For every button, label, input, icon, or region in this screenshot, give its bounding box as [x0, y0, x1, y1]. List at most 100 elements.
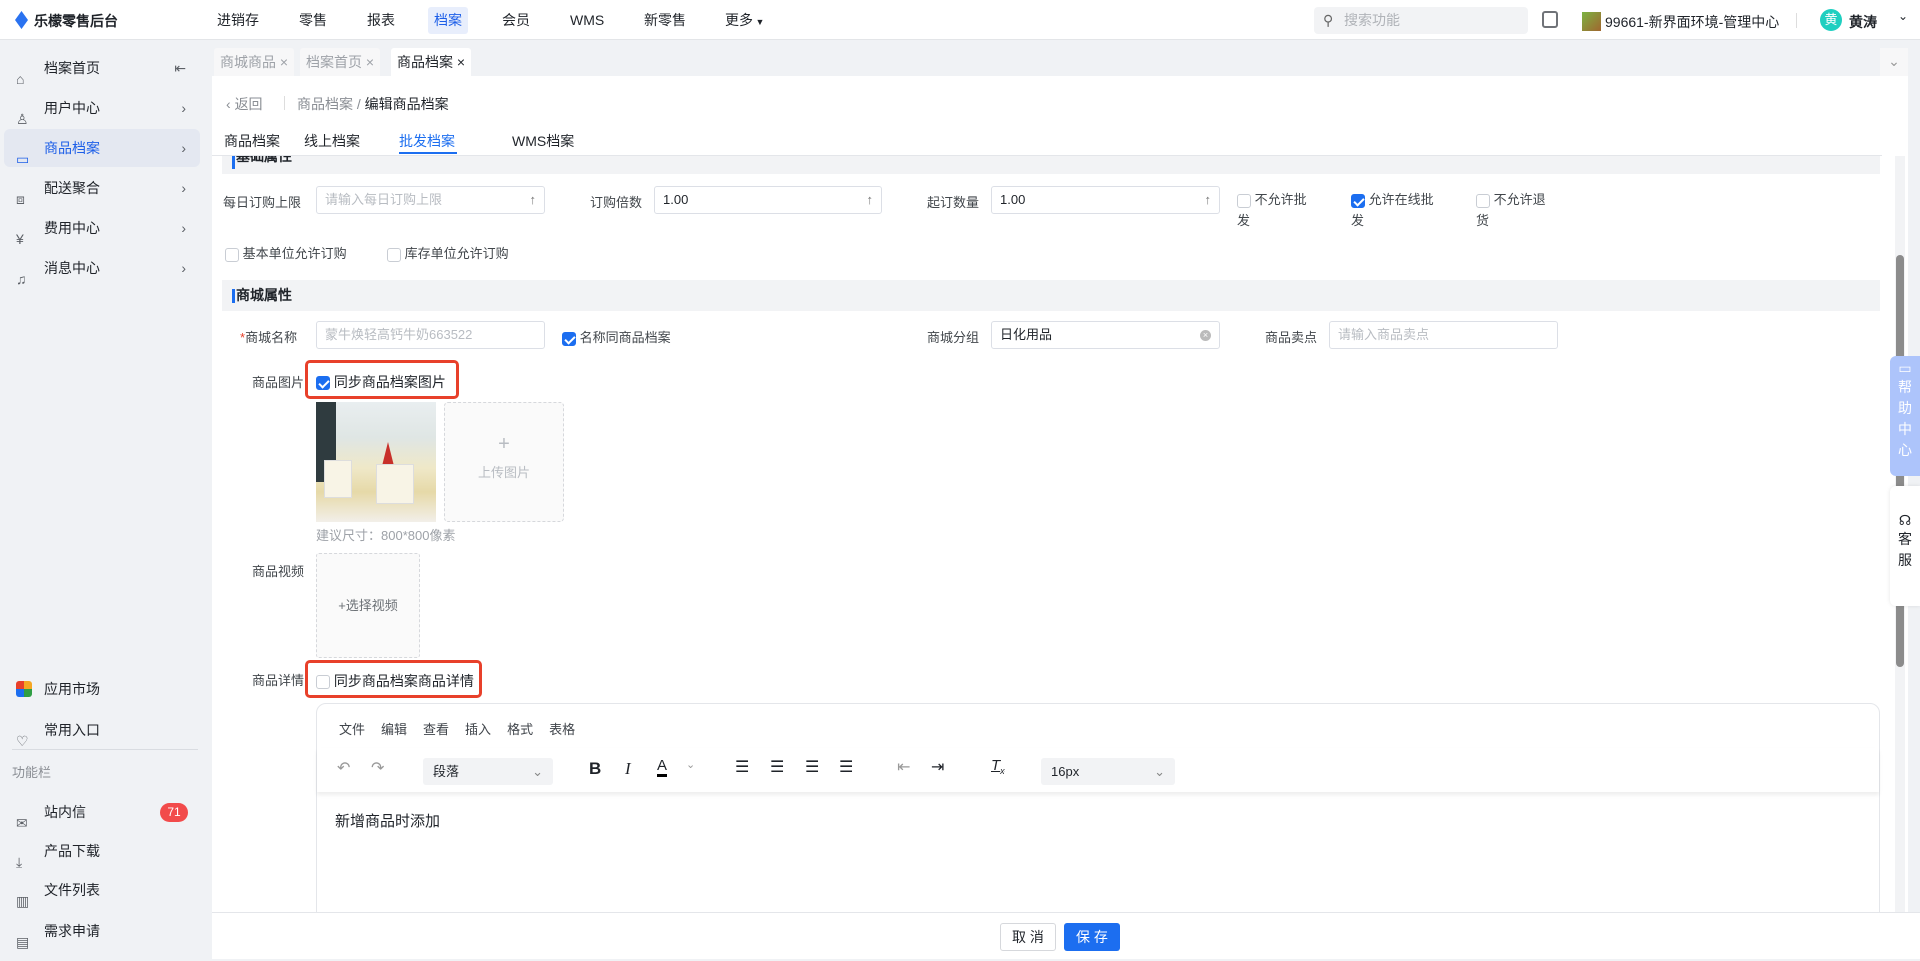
choose-video-button[interactable]: +选择视频 [316, 553, 420, 658]
align-center-icon[interactable]: ☰ [770, 757, 784, 777]
sidebar-item-label: 消息中心 [44, 260, 100, 276]
same-name-checkbox[interactable]: 名称同商品档案 [562, 327, 671, 346]
avatar[interactable]: 黄 [1820, 9, 1842, 31]
mall-name-input[interactable]: 蒙牛焕轻高钙牛奶663522 [316, 321, 545, 349]
checkbox[interactable] [225, 247, 239, 262]
italic-icon[interactable]: I [625, 759, 631, 779]
text-color-icon[interactable]: A [657, 758, 668, 777]
tab-archive-home[interactable]: 档案首页 × [300, 48, 381, 76]
tab-mall-product[interactable]: 商城商品 × [214, 48, 295, 76]
sidebar-files[interactable]: ▥ 文件列表 [4, 871, 200, 909]
breadcrumb: 商品档案 / 编辑商品档案 [297, 96, 449, 112]
daily-limit-input[interactable]: 请输入每日订购上限 ↑ [316, 186, 545, 214]
clear-icon[interactable]: × [1200, 330, 1211, 341]
sidebar-item-product-archive[interactable]: ▭ 商品档案 › [4, 129, 200, 167]
subtab-wms-archive[interactable]: WMS档案 [512, 131, 574, 151]
nav-member[interactable]: 会员 [496, 7, 536, 34]
menu-edit[interactable]: 编辑 [381, 719, 407, 738]
nav-more[interactable]: 更多 ▼ [719, 7, 770, 34]
redo-icon[interactable]: ↷ [371, 758, 384, 778]
order-multiple-input[interactable]: 1.00 ↑ [654, 186, 882, 214]
stock-unit-checkbox[interactable]: 库存单位允许订购 [387, 243, 509, 262]
chevron-down-icon[interactable]: ⌄ [1898, 9, 1908, 23]
close-icon[interactable]: × [366, 54, 374, 70]
close-icon[interactable]: × [457, 54, 465, 70]
checkbox[interactable] [1237, 193, 1251, 208]
collapse-icon[interactable]: ⇤ [174, 49, 186, 87]
sync-image-checkbox[interactable]: 同步商品档案图片 [316, 372, 446, 392]
checkbox[interactable] [316, 675, 330, 690]
base-unit-checkbox[interactable]: 基本单位允许订购 [225, 243, 347, 262]
sidebar-item-archive-home[interactable]: ⌂ 档案首页 ⇤ [4, 49, 200, 87]
arrow-up-icon[interactable]: ↑ [1205, 187, 1212, 213]
nav-purchase[interactable]: 进销存 [211, 7, 265, 34]
headset-icon: ☊ [1898, 512, 1912, 528]
tabs-menu-chevron-icon[interactable]: ⌄ [1880, 48, 1908, 76]
align-right-icon[interactable]: ☰ [805, 757, 819, 777]
editor-content[interactable]: 新增商品时添加 [335, 810, 440, 831]
back-link[interactable]: ‹ 返回 [226, 94, 263, 114]
nav-new-retail[interactable]: 新零售 [638, 7, 692, 34]
checkbox-checked[interactable] [316, 376, 330, 391]
undo-icon[interactable]: ↶ [337, 758, 350, 778]
checkbox[interactable] [1476, 193, 1490, 208]
close-icon[interactable]: × [280, 54, 288, 70]
sidebar-downloads[interactable]: ⤓ 产品下载 [4, 832, 200, 870]
checkbox[interactable] [387, 247, 401, 262]
subtab-wholesale-archive[interactable]: 批发档案 [399, 131, 455, 151]
no-wholesale-checkbox[interactable]: 不允许批发 [1237, 189, 1317, 231]
sidebar-item-user-center[interactable]: ♙ 用户中心 › [4, 89, 200, 127]
sidebar-item-messages-center[interactable]: ♫ 消息中心 › [4, 249, 200, 287]
mall-group-select[interactable]: 日化用品 × [991, 321, 1220, 349]
sidebar-item-delivery[interactable]: ⧈ 配送聚合 › [4, 169, 200, 207]
nav-wms[interactable]: WMS [564, 7, 610, 34]
arrow-up-icon[interactable]: ↑ [867, 187, 874, 213]
printer-icon[interactable] [1542, 11, 1558, 28]
menu-file[interactable]: 文件 [339, 719, 365, 738]
nav-reports[interactable]: 报表 [361, 7, 401, 34]
save-button[interactable]: 保 存 [1064, 923, 1120, 951]
sidebar-favorites[interactable]: ♡ 常用入口 [4, 711, 200, 749]
sidebar-item-expense[interactable]: ¥ 费用中心 › [4, 209, 200, 247]
clear-format-icon[interactable]: Tx [991, 757, 1005, 776]
store-name[interactable]: 99661-新界面环境-管理中心 [1605, 12, 1779, 32]
sidebar-app-market[interactable]: 应用市场 [4, 670, 200, 708]
font-size-select[interactable]: 16px ⌄ [1041, 758, 1175, 785]
menu-insert[interactable]: 插入 [465, 719, 491, 738]
sync-detail-checkbox[interactable]: 同步商品档案商品详情 [316, 671, 474, 691]
nav-archive[interactable]: 档案 [428, 7, 468, 34]
breadcrumb-parent[interactable]: 商品档案 [297, 96, 353, 112]
arrow-up-icon[interactable]: ↑ [530, 187, 537, 213]
upload-image-button[interactable]: + 上传图片 [444, 402, 564, 522]
menu-table[interactable]: 表格 [549, 719, 575, 738]
outdent-icon[interactable]: ⇤ [897, 757, 910, 777]
menu-format[interactable]: 格式 [507, 719, 533, 738]
subtab-product-archive[interactable]: 商品档案 [224, 131, 280, 151]
sidebar-inbox[interactable]: ✉ 站内信 71 [4, 793, 200, 831]
online-wholesale-checkbox[interactable]: 允许在线批发 [1351, 189, 1446, 231]
align-justify-icon[interactable]: ☰ [839, 757, 853, 777]
tab-product-archive[interactable]: 商品档案 × [391, 48, 472, 76]
align-left-icon[interactable]: ☰ [735, 757, 749, 777]
subtab-online-archive[interactable]: 线上档案 [304, 131, 360, 151]
value: 1.00 [663, 192, 689, 207]
product-image-thumbnail[interactable] [316, 402, 436, 522]
min-order-label: 起订数量 [927, 195, 980, 210]
selling-point-input[interactable]: 请输入商品卖点 [1329, 321, 1558, 349]
indent-icon[interactable]: ⇥ [931, 757, 944, 777]
bold-icon[interactable]: B [589, 759, 601, 779]
min-order-input[interactable]: 1.00 ↑ [991, 186, 1220, 214]
sidebar-requests[interactable]: ▤ 需求申请 [4, 912, 200, 950]
customer-service-button[interactable]: ☊ 客服 [1890, 486, 1920, 606]
menu-view[interactable]: 查看 [423, 719, 449, 738]
no-return-checkbox[interactable]: 不允许退货 [1476, 189, 1556, 231]
cancel-button[interactable]: 取 消 [1000, 923, 1056, 951]
checkbox-checked[interactable] [562, 331, 576, 346]
checkbox-checked[interactable] [1351, 193, 1365, 208]
search-input[interactable]: ⚲ 搜索功能 [1314, 7, 1528, 34]
nav-retail[interactable]: 零售 [293, 7, 333, 34]
chevron-down-icon[interactable]: ⌄ [686, 758, 695, 771]
help-center-button[interactable]: ▭ 帮助中心 [1890, 356, 1920, 476]
block-format-select[interactable]: 段落 ⌄ [423, 758, 553, 785]
user-name[interactable]: 黄涛 [1849, 12, 1877, 32]
